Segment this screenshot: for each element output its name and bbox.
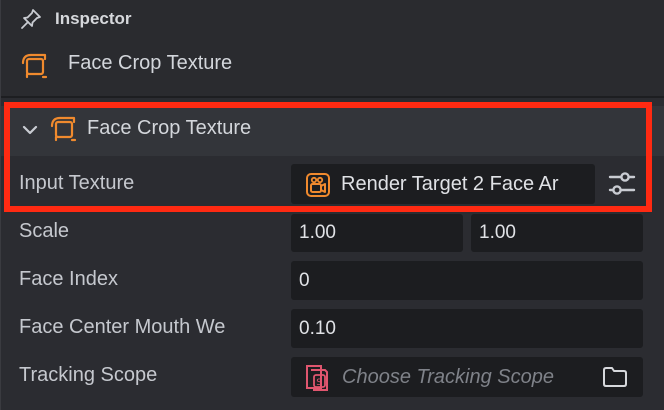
inspector-title: Inspector — [55, 9, 132, 28]
render-target-icon — [306, 173, 330, 197]
tracking-scope-placeholder: Choose Tracking Scope — [342, 366, 554, 388]
inspector-header: Inspector — [1, 0, 664, 38]
input-texture-field[interactable]: Render Target 2 Face Ar — [291, 164, 595, 204]
scale-x-field[interactable]: 1.00 — [291, 214, 463, 252]
script-icon: S — [306, 365, 328, 391]
inspector-panel: Inspector Face Crop Texture Face Crop Te… — [0, 0, 664, 410]
face-center-mouth-weight-label: Face Center Mouth We — [19, 316, 226, 338]
tracking-scope-label: Tracking Scope — [19, 364, 158, 386]
face-center-mouth-weight-field[interactable]: 0.10 — [291, 309, 643, 348]
selected-object-name: Face Crop Texture — [68, 52, 233, 74]
face-index-field[interactable]: 0 — [291, 261, 643, 300]
tracking-scope-field[interactable]: S Choose Tracking Scope — [291, 357, 643, 397]
sliders-icon[interactable] — [607, 170, 637, 198]
scale-label: Scale — [19, 220, 70, 242]
component-title: Face Crop Texture — [87, 117, 252, 139]
pin-icon[interactable] — [19, 7, 43, 31]
face-index-label: Face Index — [19, 268, 118, 290]
chevron-down-icon[interactable] — [21, 121, 39, 139]
svg-text:S: S — [316, 378, 322, 388]
input-texture-value: Render Target 2 Face Ar — [341, 173, 559, 195]
input-texture-label: Input Texture — [19, 172, 135, 194]
face-crop-icon — [21, 53, 48, 79]
selected-object-row: Face Crop Texture — [1, 44, 664, 84]
scale-y-field[interactable]: 1.00 — [471, 214, 643, 252]
face-crop-icon — [50, 116, 77, 142]
folder-icon[interactable] — [601, 365, 629, 389]
